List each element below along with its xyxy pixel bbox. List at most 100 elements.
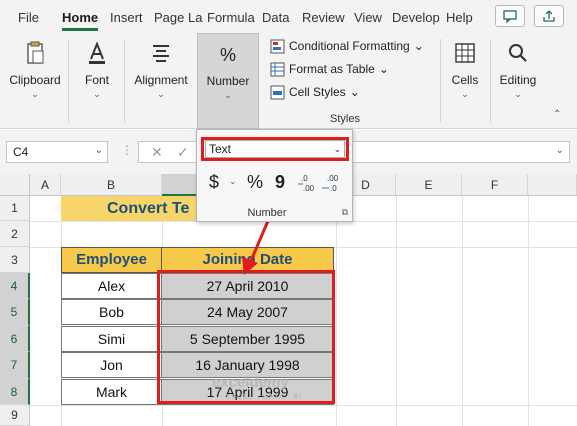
row-header-4[interactable]: 4: [0, 273, 30, 299]
editing-group[interactable]: Editing ⌄: [494, 33, 542, 129]
share-icon: [543, 10, 555, 22]
chevron-down-icon: ⌄: [413, 39, 424, 53]
conditional-formatting-label: Conditional Formatting: [289, 39, 410, 53]
increase-decimal-icon[interactable]: .0.00: [297, 172, 317, 194]
watermark-logo: exceldemy: [212, 374, 289, 391]
number-group[interactable]: % Number ⌄: [197, 33, 259, 129]
gridline: [336, 196, 337, 426]
row-header-8[interactable]: 8: [0, 379, 30, 405]
gridline: [396, 196, 397, 426]
currency-icon[interactable]: $: [209, 172, 219, 193]
tab-review[interactable]: Review: [302, 10, 345, 25]
employee-name-cell[interactable]: Simi: [61, 326, 162, 352]
table-icon: [270, 62, 285, 76]
formula-bar-grip-icon: ⋮: [121, 143, 133, 157]
alignment-group[interactable]: Alignment ⌄: [128, 33, 194, 129]
clipboard-group[interactable]: Clipboard ⌄: [4, 33, 66, 129]
row-header-2[interactable]: 2: [0, 221, 30, 247]
styles-group-label: Styles: [330, 113, 360, 125]
svg-text:.0: .0: [301, 174, 308, 183]
column-header-b[interactable]: B: [61, 174, 162, 196]
cancel-icon[interactable]: ✕: [151, 144, 163, 161]
employee-name-cell[interactable]: Jon: [61, 352, 162, 378]
chevron-down-icon: ⌄: [349, 85, 360, 99]
chevron-down-icon[interactable]: ⌄: [229, 176, 237, 187]
employee-name-cell[interactable]: Bob: [61, 299, 162, 325]
gridline: [30, 405, 577, 406]
formula-input[interactable]: ⌄: [352, 141, 570, 163]
number-popup-label: Number: [247, 207, 287, 219]
gridline: [462, 196, 463, 426]
conditional-formatting-button[interactable]: Conditional Formatting ⌄: [270, 37, 424, 55]
ribbon-separator: [68, 39, 69, 123]
chevron-down-icon: ⌄: [93, 89, 101, 99]
number-label: Number: [206, 74, 250, 88]
ribbon-separator: [124, 39, 125, 123]
decrease-decimal-icon[interactable]: .00.0: [321, 172, 343, 194]
ribbon-separator: [440, 39, 441, 123]
chevron-down-icon: ⌄: [94, 145, 103, 156]
cell-styles-icon: [270, 85, 285, 99]
tab-data[interactable]: Data: [262, 10, 289, 25]
cells-label: Cells: [451, 73, 479, 87]
row-header-6[interactable]: 6: [0, 326, 30, 352]
chevron-down-icon: ⌄: [224, 90, 232, 100]
ribbon-tabs: File Home Insert Page La Formula Data Re…: [0, 0, 577, 33]
tab-file[interactable]: File: [18, 10, 39, 25]
tab-insert[interactable]: Insert: [110, 10, 143, 25]
row-header-9[interactable]: 9: [0, 405, 30, 426]
clipboard-label: Clipboard: [9, 73, 61, 87]
alignment-label: Alignment: [134, 73, 188, 87]
chevron-down-icon: ⌄: [31, 89, 39, 99]
cell-styles-label: Cell Styles: [289, 85, 346, 99]
ribbon-separator: [490, 39, 491, 123]
format-select-highlight: [201, 137, 349, 161]
chevron-down-icon: ⌄: [514, 89, 522, 99]
svg-text:.0: .0: [330, 184, 337, 193]
tab-home[interactable]: Home: [62, 10, 98, 25]
tab-developer[interactable]: Develop: [392, 10, 440, 25]
enter-icon[interactable]: ✓: [177, 144, 189, 161]
column-header-a[interactable]: A: [30, 174, 61, 196]
percent-style-icon[interactable]: %: [247, 172, 263, 193]
select-all-corner[interactable]: [0, 174, 30, 196]
column-header-g[interactable]: [528, 174, 577, 196]
search-icon: [509, 44, 527, 62]
tab-help[interactable]: Help: [446, 10, 473, 25]
column-header-f[interactable]: F: [462, 174, 528, 196]
ribbon: Clipboard ⌄ Font ⌄ Alignment ⌄ % Number …: [0, 33, 577, 129]
row-header-5[interactable]: 5: [0, 299, 30, 326]
dialog-launcher-icon[interactable]: ⧉: [342, 207, 348, 218]
clipboard-icon: [27, 41, 44, 64]
row-header-7[interactable]: 7: [0, 352, 30, 379]
format-as-table-label: Format as Table: [289, 62, 375, 76]
collapse-ribbon-icon[interactable]: ⌃: [553, 109, 561, 120]
employee-name-cell[interactable]: Alex: [61, 273, 162, 299]
font-group[interactable]: Font ⌄: [72, 33, 122, 129]
column-header-e[interactable]: E: [396, 174, 462, 196]
watermark-tagline: EXCEL · DATA · BI: [226, 394, 302, 401]
chevron-down-icon: ⌄: [461, 89, 469, 99]
svg-text:.00: .00: [303, 184, 315, 193]
employee-name-cell[interactable]: Mark: [61, 379, 162, 405]
comment-icon: [503, 10, 517, 24]
header-employee[interactable]: Employee: [61, 247, 162, 273]
chevron-down-icon: ⌄: [378, 62, 389, 76]
alignment-icon: [153, 45, 169, 62]
row-header-3[interactable]: 3: [0, 247, 30, 273]
tab-formulas[interactable]: Formula: [207, 10, 255, 25]
cell-styles-button[interactable]: Cell Styles ⌄: [270, 83, 360, 101]
comma-style-icon[interactable]: 9: [275, 172, 285, 193]
comments-button[interactable]: [495, 5, 525, 27]
conditional-formatting-icon: [270, 39, 285, 53]
name-box[interactable]: C4 ⌄: [6, 141, 108, 163]
font-icon: [89, 41, 105, 64]
tab-page-layout[interactable]: Page La: [154, 10, 202, 25]
tab-view[interactable]: View: [354, 10, 382, 25]
row-header-1[interactable]: 1: [0, 196, 30, 221]
chevron-down-icon: ⌄: [555, 145, 564, 156]
share-button[interactable]: [534, 5, 564, 27]
svg-text:.00: .00: [327, 174, 339, 183]
cells-group[interactable]: Cells ⌄: [444, 33, 486, 129]
format-as-table-button[interactable]: Format as Table ⌄: [270, 60, 389, 78]
